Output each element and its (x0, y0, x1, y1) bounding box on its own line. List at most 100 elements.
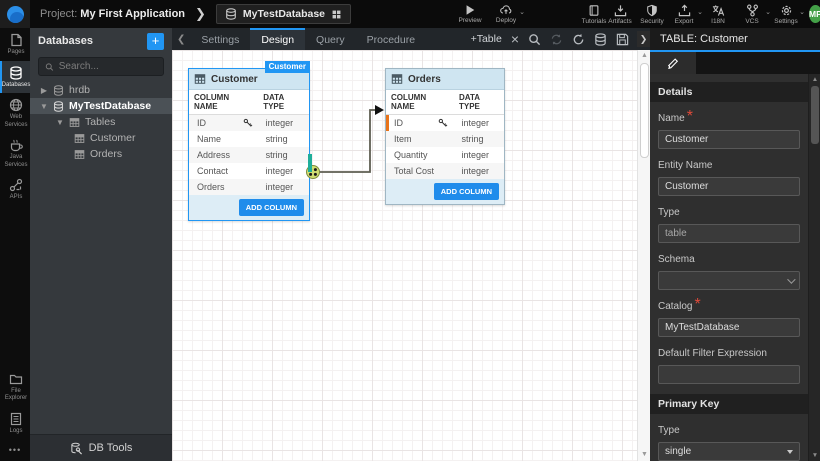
rail-spacer (0, 206, 30, 367)
tab-settings[interactable]: Settings (190, 28, 250, 50)
scroll-down-icon[interactable]: ▼ (638, 449, 650, 461)
grid-icon (331, 9, 342, 20)
column-row-orders[interactable]: Orders integer (189, 179, 309, 195)
rail-item-web-services[interactable]: Web Services (0, 93, 30, 133)
scroll-down-icon[interactable]: ▼ (809, 450, 820, 461)
db-tools-icon (70, 442, 83, 455)
column-row-contact[interactable]: Contact integer (189, 163, 309, 179)
database-icon (225, 8, 237, 20)
entity-header[interactable]: Orders (386, 69, 504, 90)
caret-down-icon: ⌄ (799, 8, 805, 16)
scrollbar-thumb[interactable] (640, 63, 649, 158)
entity-footer: ADD COLUMN (386, 179, 504, 204)
rail-overflow-button[interactable]: ••• (0, 439, 30, 461)
schema-select[interactable] (658, 271, 800, 290)
required-asterisk: * (687, 108, 693, 125)
panel-tabbar (650, 50, 820, 74)
primary-key-section-header: Primary Key (650, 394, 808, 414)
tab-query[interactable]: Query (305, 28, 356, 50)
column-row-name[interactable]: Name string (189, 131, 309, 147)
rail-item-logs[interactable]: Logs (0, 407, 30, 440)
download-tray-icon (614, 4, 627, 17)
pk-type-select[interactable]: single (658, 442, 800, 461)
column-row-id[interactable]: ID integer (189, 115, 309, 131)
security-button[interactable]: Security (639, 4, 665, 25)
scroll-tabs-left-button[interactable]: ❮ (172, 28, 190, 50)
user-avatar[interactable]: MP (809, 5, 820, 23)
add-table-button[interactable]: +Table (471, 33, 502, 45)
sidebar-title: Databases (38, 35, 147, 47)
vcs-button[interactable]: VCS⌄ (739, 4, 765, 25)
rail-item-java-services[interactable]: Java Services (0, 133, 30, 173)
tree-item-mytestdatabase[interactable]: ▼ MyTestDatabase (30, 98, 172, 114)
search-button[interactable] (528, 33, 541, 46)
primary-key-icon (243, 118, 253, 128)
db-update-button[interactable] (594, 33, 607, 46)
relation-drag-handle[interactable] (308, 154, 312, 172)
tree-item-orders[interactable]: Orders (30, 146, 172, 162)
save-button[interactable] (616, 33, 629, 46)
column-row-total-cost[interactable]: Total Cost integer (386, 163, 504, 179)
scroll-up-icon[interactable]: ▲ (638, 50, 650, 62)
entity-card-customer[interactable]: Customer Customer COLUMN NAME DATA TYPE … (188, 68, 310, 221)
tree-item-tables[interactable]: ▼ Tables (30, 114, 172, 130)
tab-design[interactable]: Design (250, 28, 305, 50)
tab-procedure[interactable]: Procedure (356, 28, 426, 50)
field-entity-name: Entity Name (650, 149, 808, 196)
tree-item-customer[interactable]: Customer (30, 130, 172, 146)
details-section-header: Details (650, 82, 808, 102)
preview-button[interactable]: Preview (457, 4, 483, 24)
expander-expanded-icon[interactable]: ▼ (56, 118, 64, 127)
db-tools-button[interactable]: DB Tools (30, 434, 172, 461)
catalog-input[interactable] (658, 318, 800, 337)
add-database-button[interactable]: + (147, 33, 164, 50)
field-catalog: Catalog* (650, 290, 808, 337)
field-name: Name* (650, 102, 808, 149)
tutorials-button[interactable]: Tutorials (581, 4, 607, 25)
settings-button[interactable]: Settings⌄ (773, 4, 799, 25)
artifacts-button[interactable]: Artifacts (607, 4, 633, 25)
collapse-panel-button[interactable]: ❯ (637, 31, 650, 47)
i18n-button[interactable]: I18N (705, 4, 731, 25)
scrollbar-thumb[interactable] (811, 86, 819, 144)
delete-button[interactable]: × (511, 32, 519, 46)
expander-collapsed-icon[interactable]: ▶ (40, 86, 48, 95)
entity-name-input[interactable] (658, 177, 800, 196)
rail-item-file-explorer[interactable]: File Explorer (0, 367, 30, 407)
add-column-button[interactable]: ADD COLUMN (239, 199, 304, 216)
refresh-button[interactable] (572, 33, 585, 46)
table-icon (194, 73, 206, 85)
database-tab-label: MyTestDatabase (243, 8, 325, 20)
chevron-down-icon (787, 275, 795, 283)
column-row-item[interactable]: Item string (386, 131, 504, 147)
app-logo[interactable] (0, 0, 30, 28)
column-row-address[interactable]: Address string (189, 147, 309, 163)
rail-item-databases[interactable]: Databases (0, 61, 30, 94)
rail-item-apis[interactable]: APIs (0, 173, 30, 206)
name-input[interactable] (658, 130, 800, 149)
add-column-button[interactable]: ADD COLUMN (434, 183, 499, 200)
column-row-quantity[interactable]: Quantity integer (386, 147, 504, 163)
scroll-up-icon[interactable]: ▲ (809, 74, 820, 85)
rail-item-pages[interactable]: Pages (0, 28, 30, 61)
chevron-right-icon: ❯ (195, 6, 206, 22)
type-input[interactable] (658, 224, 800, 243)
deploy-button[interactable]: Deploy⌄ (493, 4, 519, 24)
default-filter-input[interactable] (658, 365, 800, 384)
left-nav-rail: Pages Databases Web Services Java Servic… (0, 28, 30, 461)
folder-icon (9, 372, 23, 386)
schema-design-canvas[interactable]: Customer Customer COLUMN NAME DATA TYPE … (172, 50, 650, 461)
shield-icon (646, 4, 658, 17)
panel-vertical-scrollbar[interactable]: ▲ ▼ (808, 74, 820, 461)
entity-card-orders[interactable]: Orders COLUMN NAME DATA TYPE ID integer … (385, 68, 505, 205)
sidebar-search[interactable] (38, 57, 164, 76)
canvas-vertical-scrollbar[interactable]: ▲ ▼ (637, 50, 650, 461)
open-database-tab[interactable]: MyTestDatabase (216, 4, 351, 24)
expander-expanded-icon[interactable]: ▼ (40, 102, 48, 111)
tree-item-hrdb[interactable]: ▶ hrdb (30, 82, 172, 98)
search-input[interactable] (59, 61, 157, 72)
column-row-id[interactable]: ID integer (386, 115, 504, 131)
edit-tab[interactable] (650, 52, 696, 74)
sync-button[interactable] (550, 33, 563, 46)
export-button[interactable]: Export⌄ (671, 4, 697, 25)
